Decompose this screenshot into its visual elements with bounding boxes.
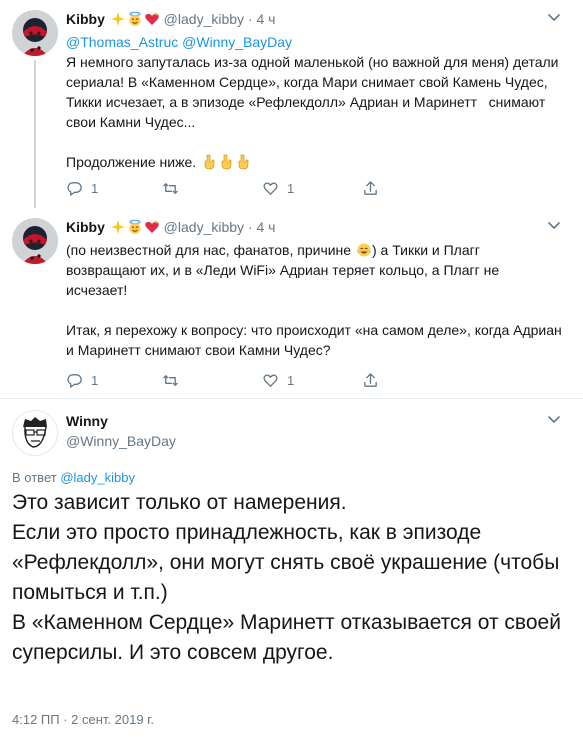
avatar[interactable] bbox=[12, 10, 58, 56]
reply-count: 1 bbox=[91, 372, 99, 388]
sparkling-heart-emoji bbox=[144, 219, 160, 235]
tweet-body-part1: (по неизвестной для нас, фанатов, причин… bbox=[66, 242, 355, 258]
pointing-down-emoji bbox=[200, 154, 251, 170]
tweet-1[interactable]: Kibby @lady_kibby · 4 ч @Thomas_Astruc @… bbox=[0, 0, 583, 208]
sparkling-heart-emoji bbox=[144, 11, 160, 27]
like-button[interactable]: 1 bbox=[262, 370, 294, 390]
handle[interactable]: @Winny_BayDay bbox=[66, 433, 176, 449]
handle[interactable]: @lady_kibby bbox=[164, 219, 244, 235]
halo-face-emoji bbox=[127, 219, 143, 235]
retweet-icon bbox=[163, 374, 178, 386]
avatar[interactable] bbox=[12, 218, 58, 264]
retweet-button[interactable] bbox=[162, 178, 187, 198]
like-count: 1 bbox=[287, 372, 295, 388]
mention-link[interactable]: @Winny_BayDay bbox=[182, 34, 292, 50]
like-icon bbox=[263, 182, 278, 195]
avatar[interactable] bbox=[12, 410, 58, 456]
display-name[interactable]: Kibby bbox=[66, 219, 105, 235]
like-icon bbox=[263, 374, 278, 387]
reply-button[interactable]: 1 bbox=[66, 178, 98, 198]
share-button[interactable] bbox=[362, 370, 379, 390]
share-button[interactable] bbox=[362, 178, 379, 198]
timestamp[interactable]: 4 ч bbox=[257, 11, 276, 27]
tweet-header: Winny bbox=[66, 412, 563, 432]
tweet-actions: 1 1 bbox=[66, 370, 386, 390]
retweet-button[interactable] bbox=[162, 370, 187, 390]
tweet-body: Я немного запуталась из-за одной маленьк… bbox=[66, 54, 559, 170]
tweet-text: @Thomas_Astruc @Winny_BayDay Я немного з… bbox=[66, 32, 563, 172]
tweet-text: (по неизвестной для нас, фанатов, причин… bbox=[66, 240, 563, 360]
handle[interactable]: @lady_kibby bbox=[164, 11, 244, 27]
share-icon bbox=[364, 372, 377, 387]
display-name[interactable]: Kibby bbox=[66, 11, 105, 27]
chevron-down-icon[interactable] bbox=[545, 410, 563, 428]
sparkles-emoji bbox=[110, 11, 126, 27]
separator: · bbox=[247, 11, 253, 27]
main-tweet-timestamp[interactable]: 4:12 ПП · 2 сент. 2019 г. bbox=[12, 712, 154, 727]
like-count: 1 bbox=[287, 180, 295, 196]
tweet-header: Kibby @lady_kibby · 4 ч bbox=[66, 10, 563, 28]
like-button[interactable]: 1 bbox=[262, 178, 294, 198]
timestamp[interactable]: 4 ч bbox=[257, 219, 276, 235]
ladybug-avatar-icon bbox=[12, 218, 58, 264]
reply-button[interactable]: 1 bbox=[66, 370, 98, 390]
separator: · bbox=[247, 219, 253, 235]
retweet-icon bbox=[163, 182, 178, 194]
mention-link[interactable]: @Thomas_Astruc bbox=[66, 34, 178, 50]
share-icon bbox=[364, 180, 377, 195]
tears-of-joy-emoji bbox=[355, 242, 372, 258]
reply-to-label: В ответ bbox=[12, 470, 57, 485]
halo-face-emoji bbox=[127, 11, 143, 27]
reply-count: 1 bbox=[91, 180, 99, 196]
tweet-2[interactable]: Kibby @lady_kibby · 4 ч (по неизвестной … bbox=[0, 210, 583, 400]
display-name[interactable]: Winny bbox=[66, 413, 108, 429]
chevron-down-icon[interactable] bbox=[545, 216, 563, 234]
reply-to-line: В ответ @lady_kibby bbox=[12, 470, 135, 485]
reply-icon bbox=[67, 373, 82, 388]
tweet-actions: 1 1 bbox=[66, 178, 386, 198]
reply-to-handle[interactable]: @lady_kibby bbox=[60, 470, 135, 485]
tweet-header: Kibby @lady_kibby · 4 ч bbox=[66, 218, 563, 236]
sparkles-emoji bbox=[110, 219, 126, 235]
reply-icon bbox=[67, 181, 82, 196]
divider bbox=[0, 398, 583, 399]
main-tweet-text: Это зависит только от намерения. Если эт… bbox=[12, 491, 561, 664]
chevron-down-icon[interactable] bbox=[545, 8, 563, 26]
sketch-face-avatar-icon bbox=[13, 411, 57, 455]
thread-line bbox=[34, 60, 36, 208]
ladybug-avatar-icon bbox=[12, 10, 58, 56]
tweet-body-part2: ) а Тикки и Плагг возвращают их, и в «Ле… bbox=[66, 242, 562, 358]
